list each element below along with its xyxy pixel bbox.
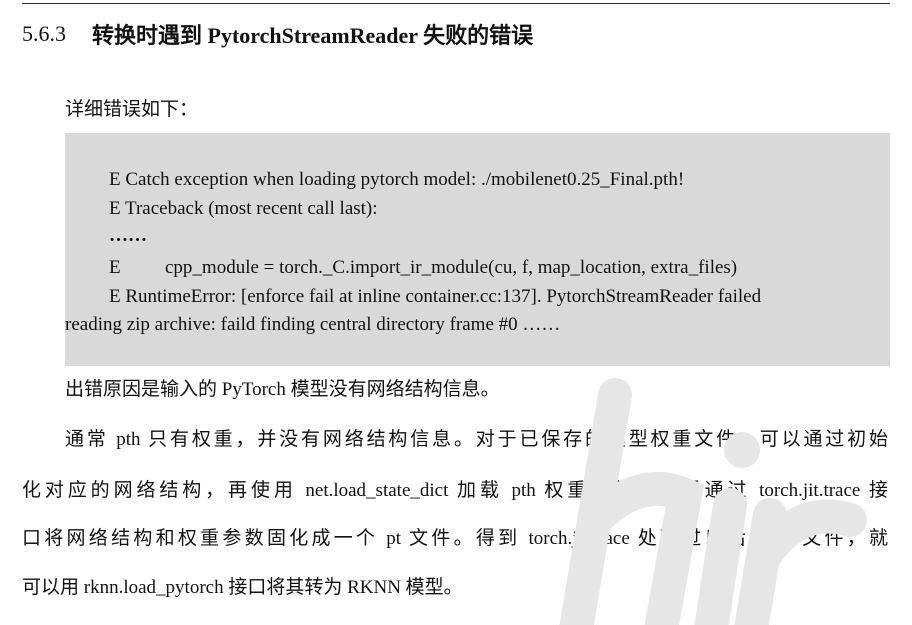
section-heading: 5.6.3 转换时遇到 PytorchStreamReader 失败的错误	[22, 14, 533, 54]
section-number: 5.6.3	[22, 21, 66, 46]
code-line-6: reading zip archive: faild finding centr…	[65, 314, 561, 335]
code-line-1: E Catch exception when loading pytorch m…	[109, 169, 685, 190]
intro-text: 详细错误如下：	[65, 99, 199, 120]
error-code-block: E Catch exception when loading pytorch m…	[65, 133, 890, 366]
code-line-4-code: cpp_module = torch._C.import_ir_module(c…	[165, 257, 738, 278]
solution-line-4: 可以用 rknn.load_pytorch 接口将其转为 RKNN 模型。	[22, 577, 463, 598]
section-title: 转换时遇到 PytorchStreamReader 失败的错误	[92, 23, 534, 48]
code-line-3-ellipsis: ……	[109, 225, 147, 246]
cause-paragraph: 出错原因是输入的 PyTorch 模型没有网络结构信息。	[65, 379, 500, 400]
code-line-4-prefix: E	[109, 257, 121, 278]
solution-line-1: 通常 pth 只有权重，并没有网络结构信息。对于已保存的模型权重文件，可以通过初…	[65, 429, 888, 450]
solution-line-3: 口将网络结构和权重参数固化成一个 pt 文件。得到 torch.jit.trac…	[22, 528, 888, 549]
solution-line-2: 化对应的网络结构，再使用 net.load_state_dict 加载 pth …	[22, 480, 888, 501]
top-rule	[22, 3, 890, 4]
code-line-2: E Traceback (most recent call last):	[109, 198, 378, 219]
code-line-5: E RuntimeError: [enforce fail at inline …	[109, 286, 762, 307]
